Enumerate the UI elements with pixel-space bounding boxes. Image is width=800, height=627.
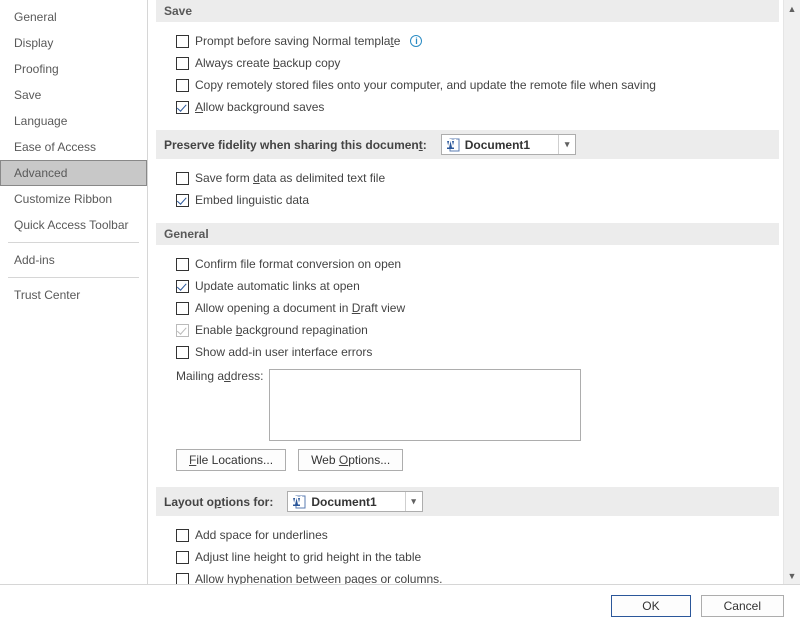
section-header-layout: Layout options for: W Document1 ▾: [156, 487, 779, 516]
option-label: Allow hyphenation between pages or colum…: [195, 571, 443, 584]
option-label: Update automatic links at open: [195, 278, 360, 294]
checkbox[interactable]: [176, 57, 189, 70]
checkbox[interactable]: [176, 101, 189, 114]
option-row: Add space for underlines: [176, 524, 773, 546]
checkbox[interactable]: [176, 573, 189, 585]
info-icon[interactable]: i: [410, 35, 422, 47]
option-row: Allow hyphenation between pages or colum…: [176, 568, 773, 584]
option-row: Allow opening a document in Draft view: [176, 297, 773, 319]
option-label: Confirm file format conversion on open: [195, 256, 401, 272]
option-label: Adjust line height to grid height in the…: [195, 549, 421, 565]
fidelity-document-combo[interactable]: W Document1 ▾: [441, 134, 576, 155]
svg-text:W: W: [446, 138, 457, 151]
mailing-address-label: Mailing address:: [176, 369, 263, 383]
options-sidebar: General Display Proofing Save Language E…: [0, 0, 148, 584]
sidebar-item-customize-ribbon[interactable]: Customize Ribbon: [0, 186, 147, 212]
chevron-down-icon[interactable]: ▾: [405, 492, 422, 511]
sidebar-item-display[interactable]: Display: [0, 30, 147, 56]
option-row: Show add-in user interface errors: [176, 341, 773, 363]
file-locations-button[interactable]: File Locations...: [176, 449, 286, 471]
section-header-fidelity: Preserve fidelity when sharing this docu…: [156, 130, 779, 159]
option-row: Copy remotely stored files onto your com…: [176, 74, 773, 96]
sidebar-item-language[interactable]: Language: [0, 108, 147, 134]
cancel-button[interactable]: Cancel: [701, 595, 784, 617]
checkbox[interactable]: [176, 346, 189, 359]
option-row: Always create backup copy: [176, 52, 773, 74]
sidebar-separator: [8, 242, 139, 243]
checkbox[interactable]: [176, 280, 189, 293]
option-row: Embed linguistic data: [176, 189, 773, 211]
checkbox[interactable]: [176, 35, 189, 48]
section-header-fidelity-label: Preserve fidelity when sharing this docu…: [164, 138, 427, 152]
layout-document-combo[interactable]: W Document1 ▾: [287, 491, 422, 512]
checkbox[interactable]: [176, 79, 189, 92]
option-label: Add space for underlines: [195, 527, 328, 543]
checkbox[interactable]: [176, 258, 189, 271]
web-options-button[interactable]: Web Options...: [298, 449, 403, 471]
sidebar-separator: [8, 277, 139, 278]
dialog-footer: OK Cancel: [0, 585, 800, 627]
word-doc-icon: W: [291, 494, 307, 510]
option-row: Prompt before saving Normal template i: [176, 30, 773, 52]
chevron-down-icon[interactable]: ▾: [558, 135, 575, 154]
ok-button[interactable]: OK: [611, 595, 690, 617]
option-row: Confirm file format conversion on open: [176, 253, 773, 275]
sidebar-item-advanced[interactable]: Advanced: [0, 160, 147, 186]
word-doc-icon: W: [445, 137, 461, 153]
option-label: Save form data as delimited text file: [195, 170, 385, 186]
option-row: Adjust line height to grid height in the…: [176, 546, 773, 568]
option-row: Enable background repagination: [176, 319, 773, 341]
sidebar-item-general[interactable]: General: [0, 4, 147, 30]
sidebar-item-trust-center[interactable]: Trust Center: [0, 282, 147, 308]
section-header-save: Save: [156, 0, 779, 22]
option-row: Allow background saves: [176, 96, 773, 118]
checkbox[interactable]: [176, 172, 189, 185]
option-label: Copy remotely stored files onto your com…: [195, 77, 656, 93]
option-row: Save form data as delimited text file: [176, 167, 773, 189]
checkbox[interactable]: [176, 302, 189, 315]
sidebar-item-save[interactable]: Save: [0, 82, 147, 108]
checkbox[interactable]: [176, 194, 189, 207]
sidebar-item-quick-access-toolbar[interactable]: Quick Access Toolbar: [0, 212, 147, 238]
option-label: Allow opening a document in Draft view: [195, 300, 405, 316]
layout-document-value: Document1: [311, 495, 404, 509]
option-label: Allow background saves: [195, 99, 324, 115]
checkbox[interactable]: [176, 551, 189, 564]
svg-text:W: W: [292, 495, 303, 508]
option-label: Embed linguistic data: [195, 192, 309, 208]
checkbox: [176, 324, 189, 337]
sidebar-item-ease-of-access[interactable]: Ease of Access: [0, 134, 147, 160]
option-label: Always create backup copy: [195, 55, 340, 71]
fidelity-document-value: Document1: [465, 138, 558, 152]
option-row: Update automatic links at open: [176, 275, 773, 297]
section-header-general: General: [156, 223, 779, 245]
vertical-scrollbar[interactable]: ▲ ▼: [783, 0, 800, 584]
option-label: Enable background repagination: [195, 322, 368, 338]
option-label: Show add-in user interface errors: [195, 344, 372, 360]
sidebar-item-add-ins[interactable]: Add-ins: [0, 247, 147, 273]
checkbox[interactable]: [176, 529, 189, 542]
scroll-up-icon[interactable]: ▲: [786, 2, 799, 15]
option-label: Prompt before saving Normal template: [195, 33, 400, 49]
settings-panel: Save Prompt before saving Normal templat…: [148, 0, 783, 584]
sidebar-item-proofing[interactable]: Proofing: [0, 56, 147, 82]
section-header-layout-label: Layout options for:: [164, 495, 273, 509]
scroll-down-icon[interactable]: ▼: [786, 569, 799, 582]
mailing-address-input[interactable]: [269, 369, 581, 441]
